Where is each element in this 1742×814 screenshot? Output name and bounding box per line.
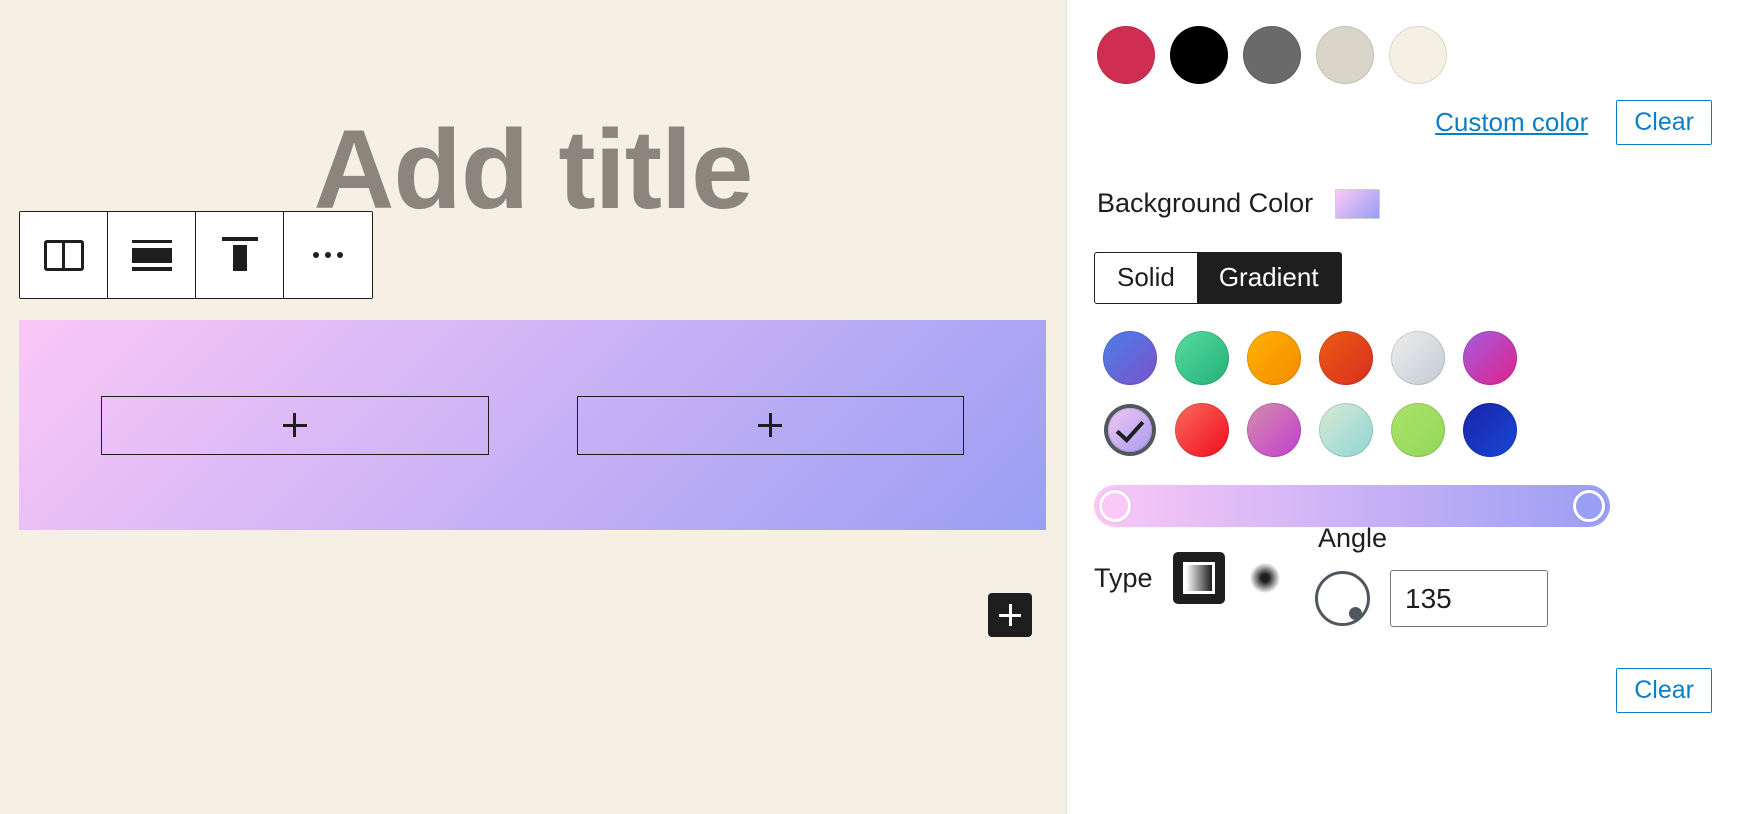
swatch-crimson[interactable]: [1097, 26, 1155, 84]
custom-color-link[interactable]: Custom color: [1435, 107, 1588, 138]
gradient-stop-handle-end[interactable]: [1573, 490, 1605, 522]
gradient-light-green-cyan-to-vivid-green-cyan[interactable]: [1166, 322, 1238, 394]
gradient-luminous-vivid-orange-to-vivid-red[interactable]: [1310, 322, 1382, 394]
swatch-black[interactable]: [1170, 26, 1228, 84]
gradient-luminous-vivid-amber-to-luminous-vivid-orange[interactable]: [1238, 322, 1310, 394]
linear-gradient-type-button[interactable]: [1172, 552, 1225, 604]
radial-gradient-type-icon: [1249, 563, 1280, 593]
angle-dial-knob: [1349, 607, 1362, 620]
columns-block-button[interactable]: [20, 212, 108, 298]
post-editor-canvas: Add title: [0, 0, 1066, 814]
solid-gradient-toggle: Solid Gradient: [1094, 252, 1342, 304]
gradient-pale-ocean[interactable]: [1382, 394, 1454, 466]
plus-icon: [282, 413, 307, 437]
gradient-very-light-gray-to-cyan-bluish-gray[interactable]: [1382, 322, 1454, 394]
change-alignment-button[interactable]: [108, 212, 196, 298]
radial-gradient-type-button[interactable]: [1239, 552, 1291, 604]
swatch-light-gray[interactable]: [1316, 26, 1374, 84]
gradient-stop-handle-start[interactable]: [1099, 490, 1131, 522]
gradient-type-row: Type: [1094, 552, 1291, 604]
style-toggle-gradient[interactable]: Gradient: [1196, 253, 1341, 303]
background-color-label: Background Color: [1097, 188, 1314, 218]
gradient-swatch-dot: [1319, 331, 1373, 385]
columns-block: [19, 320, 1046, 530]
cover-block[interactable]: [19, 320, 1046, 530]
angle-dial[interactable]: [1315, 571, 1370, 626]
block-settings-sidebar: Custom color Clear Background Color Soli…: [1066, 0, 1742, 814]
vertical-align-top-icon: [221, 237, 258, 273]
palette-actions: Custom color Clear: [1435, 100, 1712, 145]
background-color-swatch[interactable]: [1335, 188, 1381, 219]
gradient-swatch-dot: [1175, 403, 1229, 457]
swatch-cream[interactable]: [1389, 26, 1447, 84]
gradient-swatch-dot: [1463, 403, 1517, 457]
linear-gradient-type-icon: [1182, 562, 1215, 594]
more-options-button[interactable]: [284, 212, 372, 298]
gradient-swatch-dot: [1108, 408, 1152, 452]
gradient-swatch-dot: [1391, 331, 1445, 385]
gradient-swatch-dot: [1247, 403, 1301, 457]
change-alignment-icon: [131, 239, 172, 271]
gradient-blush-bordeaux[interactable]: [1238, 394, 1310, 466]
app-root: Add title Custom color Clear Background …: [0, 0, 1742, 814]
plus-icon: [758, 413, 783, 437]
color-palette: [1097, 26, 1447, 84]
gradient-luminous-dusk[interactable]: [1310, 394, 1382, 466]
vertical-align-top-button[interactable]: [196, 212, 284, 298]
gradient-blush-light-purple-to-red[interactable]: [1166, 394, 1238, 466]
block-appender-button[interactable]: [988, 593, 1032, 637]
gradient-vivid-cyan-blue-to-vivid-purple[interactable]: [1094, 322, 1166, 394]
more-options-icon: [313, 252, 343, 258]
gradient-swatch-dot: [1175, 331, 1229, 385]
angle-input[interactable]: [1390, 570, 1548, 627]
gradient-swatch-grid: [1094, 322, 1526, 466]
column-block-appender-left[interactable]: [101, 395, 489, 455]
palette-clear-button[interactable]: Clear: [1616, 100, 1712, 145]
style-toggle-solid[interactable]: Solid: [1095, 253, 1197, 303]
column-block-appender-right[interactable]: [576, 395, 964, 455]
angle-label: Angle: [1318, 523, 1388, 553]
background-color-row: Background Color: [1097, 188, 1381, 219]
gradient-pale-pink-to-light-purple[interactable]: [1094, 394, 1166, 466]
columns-block-icon: [43, 239, 84, 271]
gradient-type-label: Type: [1094, 562, 1153, 593]
gradient-cool-to-warm-spectrum[interactable]: [1454, 322, 1526, 394]
check-icon: [1115, 413, 1145, 443]
gradient-swatch-dot: [1103, 331, 1157, 385]
plus-icon: [999, 604, 1021, 626]
gradient-stops-slider[interactable]: [1094, 485, 1610, 527]
gradient-clear-button[interactable]: Clear: [1616, 668, 1712, 713]
gradient-swatch-dot: [1247, 331, 1301, 385]
gradient-electric-grass[interactable]: [1454, 394, 1526, 466]
gradient-swatch-dot: [1463, 331, 1517, 385]
gradient-swatch-dot: [1319, 403, 1373, 457]
angle-control: [1315, 570, 1548, 627]
block-toolbar: [19, 211, 373, 299]
gradient-swatch-dot: [1391, 403, 1445, 457]
swatch-dark-gray[interactable]: [1243, 26, 1301, 84]
